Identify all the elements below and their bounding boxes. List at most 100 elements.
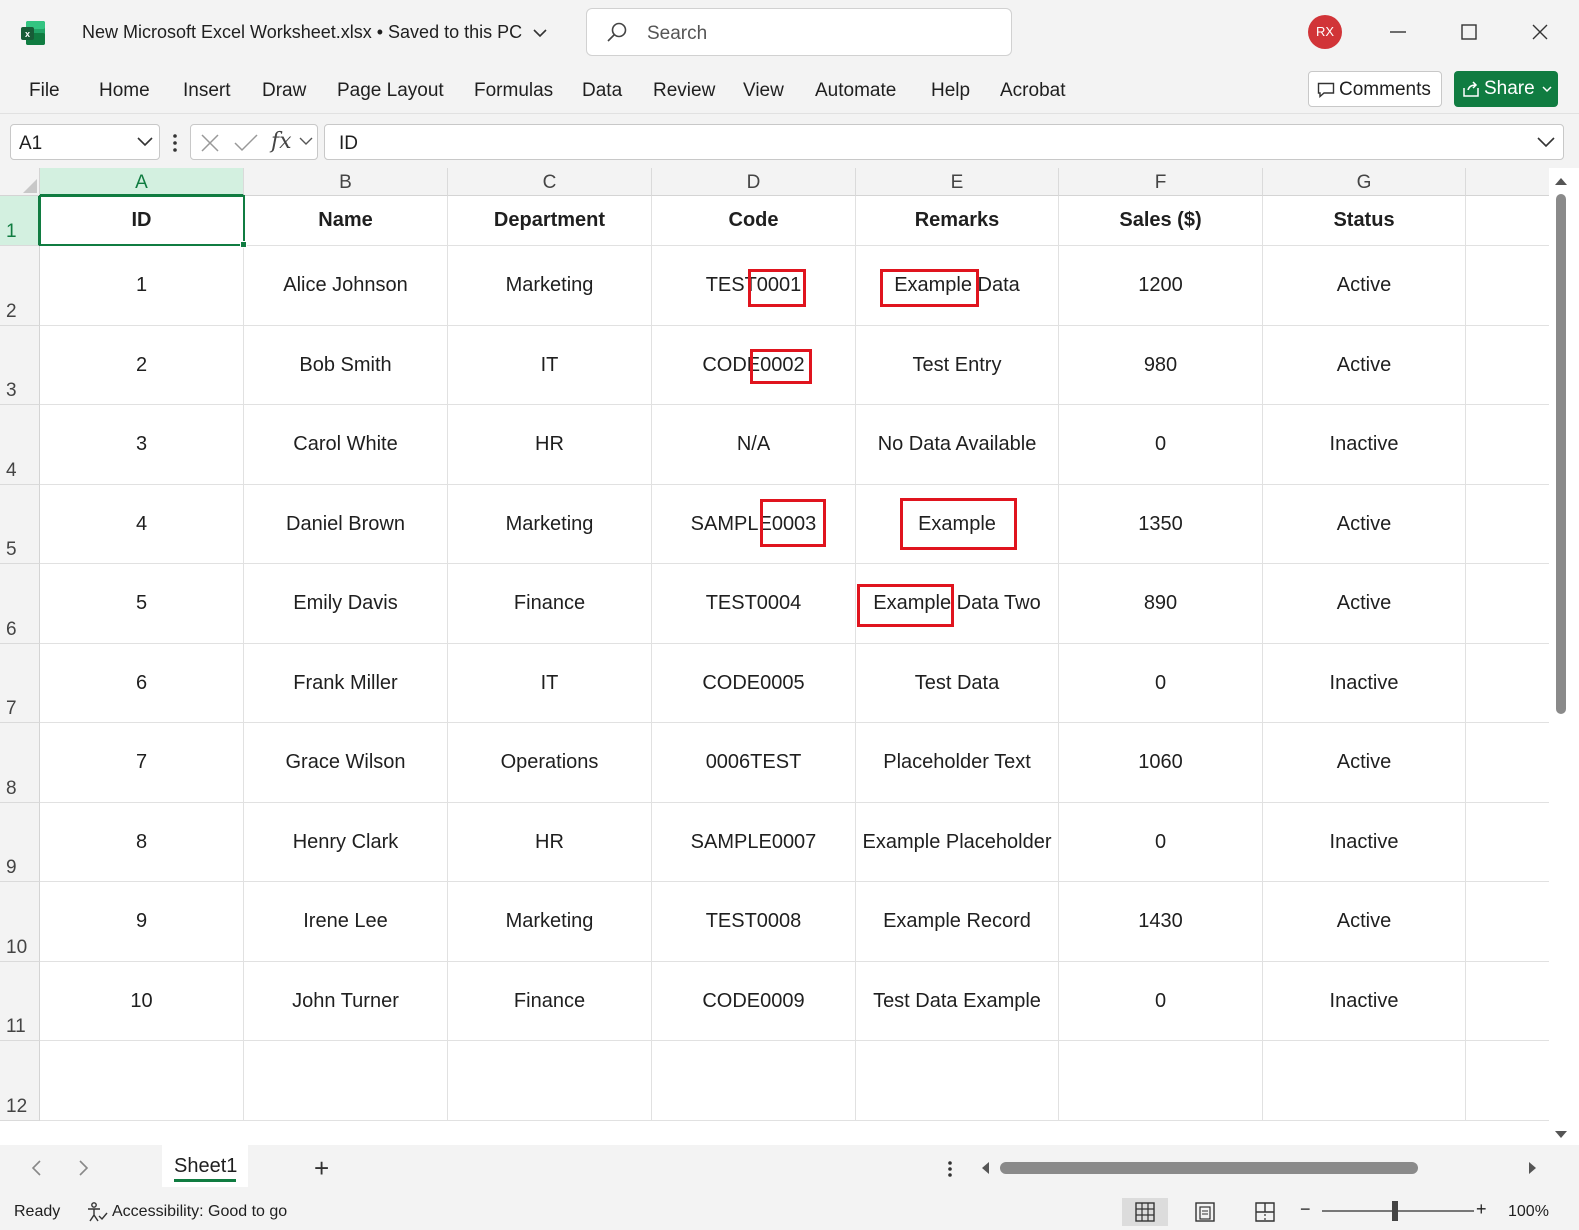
- cell-code[interactable]: SAMPLE0007: [652, 803, 856, 882]
- cell-name[interactable]: Irene Lee: [244, 882, 448, 962]
- cell-sales[interactable]: 1350: [1059, 485, 1263, 564]
- cell-status[interactable]: Active: [1263, 882, 1466, 962]
- insert-function-icon[interactable]: fx: [271, 129, 292, 154]
- cell-empty[interactable]: [1466, 564, 1556, 644]
- cell-id[interactable]: 8: [40, 803, 244, 882]
- tab-insert[interactable]: Insert: [183, 80, 231, 102]
- cell-empty[interactable]: [1466, 644, 1556, 723]
- cell-status[interactable]: Active: [1263, 326, 1466, 405]
- cell-remarks[interactable]: Placeholder Text: [856, 723, 1059, 803]
- cell-name[interactable]: Emily Davis: [244, 564, 448, 644]
- cell-id[interactable]: 10: [40, 962, 244, 1041]
- cell-sales[interactable]: 0: [1059, 405, 1263, 485]
- cell-status[interactable]: Active: [1263, 246, 1466, 326]
- chevron-left-icon[interactable]: [30, 1159, 42, 1177]
- header-cell-remarks[interactable]: Remarks: [856, 196, 1059, 246]
- cell-code[interactable]: CODE0002: [652, 326, 856, 405]
- window-title[interactable]: New Microsoft Excel Worksheet.xlsx • Sav…: [82, 22, 547, 43]
- maximize-icon[interactable]: [1451, 14, 1487, 50]
- scroll-right-icon[interactable]: [1528, 1161, 1538, 1175]
- header-cell-name[interactable]: Name: [244, 196, 448, 246]
- cell-code[interactable]: 0006TEST: [652, 723, 856, 803]
- zoom-in-button[interactable]: +: [1476, 1199, 1487, 1220]
- accessibility-status[interactable]: Accessibility: Good to go: [86, 1201, 287, 1228]
- cell-id[interactable]: 6: [40, 644, 244, 723]
- cell-sales[interactable]: 890: [1059, 564, 1263, 644]
- cell-name[interactable]: Carol White: [244, 405, 448, 485]
- cell-remarks[interactable]: Example Record: [856, 882, 1059, 962]
- tab-acrobat[interactable]: Acrobat: [1000, 80, 1065, 102]
- vertical-scrollbar[interactable]: [1549, 168, 1579, 1145]
- cell-sales[interactable]: 1430: [1059, 882, 1263, 962]
- cell-status[interactable]: Inactive: [1263, 405, 1466, 485]
- cell-id[interactable]: 5: [40, 564, 244, 644]
- header-cell-empty[interactable]: [1466, 196, 1556, 246]
- cell-status[interactable]: Inactive: [1263, 644, 1466, 723]
- cell-name[interactable]: Bob Smith: [244, 326, 448, 405]
- row-header-3[interactable]: 3: [0, 326, 40, 405]
- column-header-b[interactable]: B: [244, 168, 448, 196]
- add-sheet-button[interactable]: +: [314, 1153, 329, 1184]
- cell-name[interactable]: Daniel Brown: [244, 485, 448, 564]
- cell-department[interactable]: IT: [448, 326, 652, 405]
- cell-id[interactable]: 4: [40, 485, 244, 564]
- row-header-2[interactable]: 2: [0, 246, 40, 326]
- normal-view-button[interactable]: [1122, 1198, 1168, 1226]
- horizontal-scroll-thumb[interactable]: [1000, 1162, 1418, 1174]
- more-options-icon[interactable]: [171, 132, 179, 154]
- name-box[interactable]: A1: [10, 124, 160, 160]
- cell-id[interactable]: [40, 1041, 244, 1121]
- column-header-f[interactable]: F: [1059, 168, 1263, 196]
- sheet-tab-sheet1[interactable]: Sheet1: [162, 1145, 248, 1187]
- tab-review[interactable]: Review: [653, 80, 715, 102]
- cell-remarks[interactable]: Example Placeholder: [856, 803, 1059, 882]
- cell-id[interactable]: 7: [40, 723, 244, 803]
- column-header-d[interactable]: D: [652, 168, 856, 196]
- row-header-10[interactable]: 10: [0, 882, 40, 962]
- cell-remarks[interactable]: Example Data Two: [856, 564, 1059, 644]
- cell-status[interactable]: Active: [1263, 723, 1466, 803]
- cell-id[interactable]: 1: [40, 246, 244, 326]
- column-header-e[interactable]: E: [856, 168, 1059, 196]
- share-button[interactable]: Share: [1454, 71, 1558, 107]
- cell-name[interactable]: Alice Johnson: [244, 246, 448, 326]
- cell-empty[interactable]: [1466, 962, 1556, 1041]
- cell-empty[interactable]: [1466, 326, 1556, 405]
- tab-data[interactable]: Data: [582, 80, 622, 102]
- worksheet-grid[interactable]: A B C D E F G 1 ID Name Department Code Remarks Sales…: [0, 168, 1579, 1145]
- cell-department[interactable]: [448, 1041, 652, 1121]
- row-header-4[interactable]: 4: [0, 405, 40, 485]
- cell-empty[interactable]: [1466, 1041, 1556, 1121]
- row-header-1[interactable]: 1: [0, 196, 40, 246]
- cell-sales[interactable]: 1060: [1059, 723, 1263, 803]
- more-options-icon[interactable]: [946, 1159, 954, 1179]
- row-header-9[interactable]: 9: [0, 803, 40, 882]
- cell-name[interactable]: John Turner: [244, 962, 448, 1041]
- column-header-c[interactable]: C: [448, 168, 652, 196]
- tab-home[interactable]: Home: [99, 80, 150, 102]
- zoom-out-button[interactable]: −: [1300, 1199, 1311, 1220]
- minimize-icon[interactable]: [1380, 14, 1416, 50]
- cell-department[interactable]: Finance: [448, 564, 652, 644]
- chevron-right-icon[interactable]: [78, 1159, 90, 1177]
- cell-department[interactable]: Marketing: [448, 485, 652, 564]
- row-header-7[interactable]: 7: [0, 644, 40, 723]
- cell-id[interactable]: 2: [40, 326, 244, 405]
- zoom-level[interactable]: 100%: [1508, 1203, 1549, 1221]
- cell-empty[interactable]: [1466, 405, 1556, 485]
- comments-button[interactable]: Comments: [1308, 71, 1442, 107]
- cell-department[interactable]: HR: [448, 803, 652, 882]
- tab-formulas[interactable]: Formulas: [474, 80, 553, 102]
- cell-code[interactable]: TEST0001: [652, 246, 856, 326]
- cell-status[interactable]: Inactive: [1263, 803, 1466, 882]
- cell-empty[interactable]: [1466, 246, 1556, 326]
- header-cell-code[interactable]: Code: [652, 196, 856, 246]
- column-header-a[interactable]: A: [40, 168, 244, 196]
- cell-department[interactable]: Operations: [448, 723, 652, 803]
- cell-empty[interactable]: [1466, 723, 1556, 803]
- scroll-left-icon[interactable]: [980, 1161, 990, 1175]
- cell-name[interactable]: [244, 1041, 448, 1121]
- tab-page-layout[interactable]: Page Layout: [337, 80, 444, 102]
- tab-draw[interactable]: Draw: [262, 80, 306, 102]
- close-icon[interactable]: [1522, 14, 1558, 50]
